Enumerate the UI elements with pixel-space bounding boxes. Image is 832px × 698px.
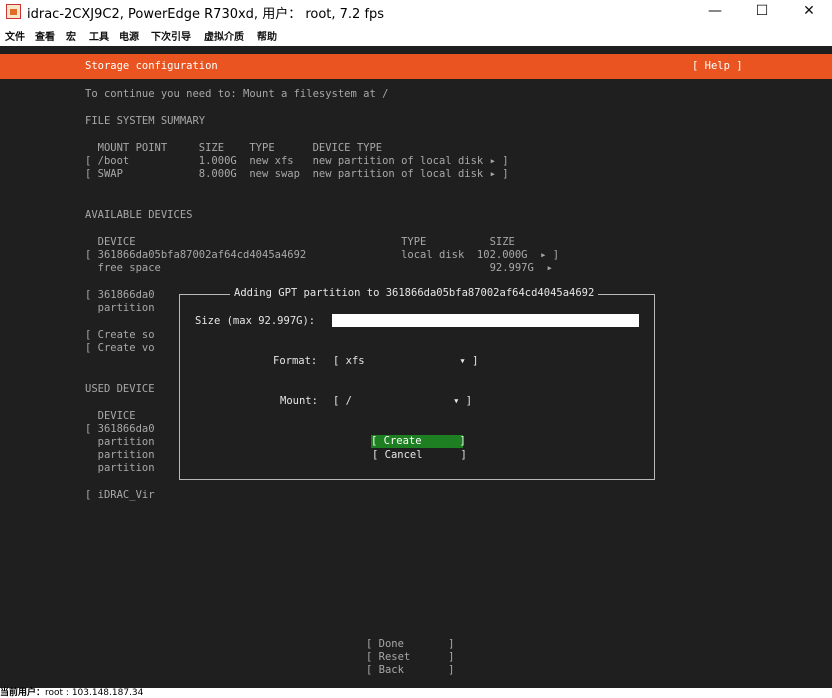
- dialog-title: Adding GPT partition to 361866da05bfa870…: [230, 287, 599, 300]
- menu-power[interactable]: 电源: [119, 28, 139, 43]
- fs-row-swap[interactable]: [ SWAP 8.000G new swap new partition of …: [85, 168, 509, 181]
- status-bar: 当前用户：root : 103.148.187.34: [0, 688, 832, 698]
- fs-summary-header: MOUNT POINT SIZE TYPE DEVICE TYPE: [85, 142, 383, 154]
- available-device-row[interactable]: [ 361866da05bfa87002af64cd4045a4692 loca…: [85, 249, 559, 262]
- add-partition-dialog: Adding GPT partition to 361866da05bfa870…: [179, 287, 655, 480]
- cancel-button[interactable]: [ Cancel ]: [372, 449, 467, 462]
- menu-macro[interactable]: 宏: [66, 28, 76, 43]
- menu-bar: 文件 查看 宏 工具 电源 下次引导 虚拟介质 帮助: [0, 24, 832, 46]
- java-app-icon: [6, 4, 21, 19]
- current-user-status: 当前用户：root : 103.148.187.34: [0, 688, 143, 698]
- available-devices-title: AVAILABLE DEVICES: [85, 209, 193, 221]
- menu-next-boot[interactable]: 下次引导: [151, 28, 191, 43]
- create-software-raid-partial[interactable]: [ Create so: [85, 329, 155, 342]
- create-button[interactable]: [ Create ]: [371, 435, 466, 448]
- format-label: Format:: [273, 355, 318, 367]
- used-partition-row: partition: [85, 462, 155, 474]
- current-user-label: 当前用户：: [0, 688, 46, 698]
- help-button[interactable]: [ Help ]: [692, 60, 743, 73]
- used-partition-row: partition: [85, 436, 155, 448]
- close-button[interactable]: ✕: [786, 0, 832, 24]
- available-devices-header: DEVICE TYPE SIZE: [85, 236, 515, 248]
- window-titlebar: idrac-2CXJ9C2, PowerEdge R730xd, 用户： roo…: [0, 0, 832, 24]
- mount-label: Mount:: [280, 395, 318, 407]
- done-button[interactable]: [ Done ]: [366, 638, 455, 651]
- minimize-button[interactable]: —: [692, 0, 738, 24]
- menu-file[interactable]: 文件: [5, 28, 25, 43]
- back-button[interactable]: [ Back ]: [366, 664, 455, 677]
- maximize-button[interactable]: ☐: [739, 0, 785, 24]
- partition-row-partial: partition: [85, 302, 155, 314]
- reset-button[interactable]: [ Reset ]: [366, 651, 455, 664]
- instruction-text: To continue you need to: Mount a filesys…: [85, 88, 389, 100]
- window-title: idrac-2CXJ9C2, PowerEdge R730xd, 用户： roo…: [27, 7, 385, 22]
- current-user-value: root : 103.148.187.34: [45, 688, 144, 698]
- menu-tools[interactable]: 工具: [89, 28, 109, 43]
- used-device-header: DEVICE: [85, 410, 136, 422]
- mount-select[interactable]: [ / ▾ ]: [333, 395, 472, 408]
- fs-row-boot[interactable]: [ /boot 1.000G new xfs new partition of …: [85, 155, 509, 168]
- header-title: Storage configuration: [85, 60, 218, 72]
- fs-summary-title: FILE SYSTEM SUMMARY: [85, 115, 206, 127]
- size-label: Size (max 92.997G):: [195, 315, 316, 327]
- device-row-partial[interactable]: [ 361866da0: [85, 289, 155, 302]
- idrac-virtual-device-partial[interactable]: [ iDRAC_Vir: [85, 489, 155, 502]
- menu-view[interactable]: 查看: [35, 28, 55, 43]
- used-partition-row: partition: [85, 449, 155, 461]
- remote-console[interactable]: Storage configuration [ Help ] To contin…: [0, 46, 832, 688]
- format-select[interactable]: [ xfs ▾ ]: [333, 355, 478, 368]
- free-space-row[interactable]: free space 92.997G ▸: [85, 262, 553, 275]
- header-bar: Storage configuration [ Help ]: [0, 54, 832, 79]
- used-device-row[interactable]: [ 361866da0: [85, 423, 155, 436]
- create-volume-group-partial[interactable]: [ Create vo: [85, 342, 155, 355]
- menu-help[interactable]: 帮助: [257, 28, 277, 43]
- menu-virtual-media[interactable]: 虚拟介质: [204, 28, 244, 43]
- used-devices-title: USED DEVICE: [85, 383, 155, 395]
- size-input[interactable]: [332, 314, 639, 327]
